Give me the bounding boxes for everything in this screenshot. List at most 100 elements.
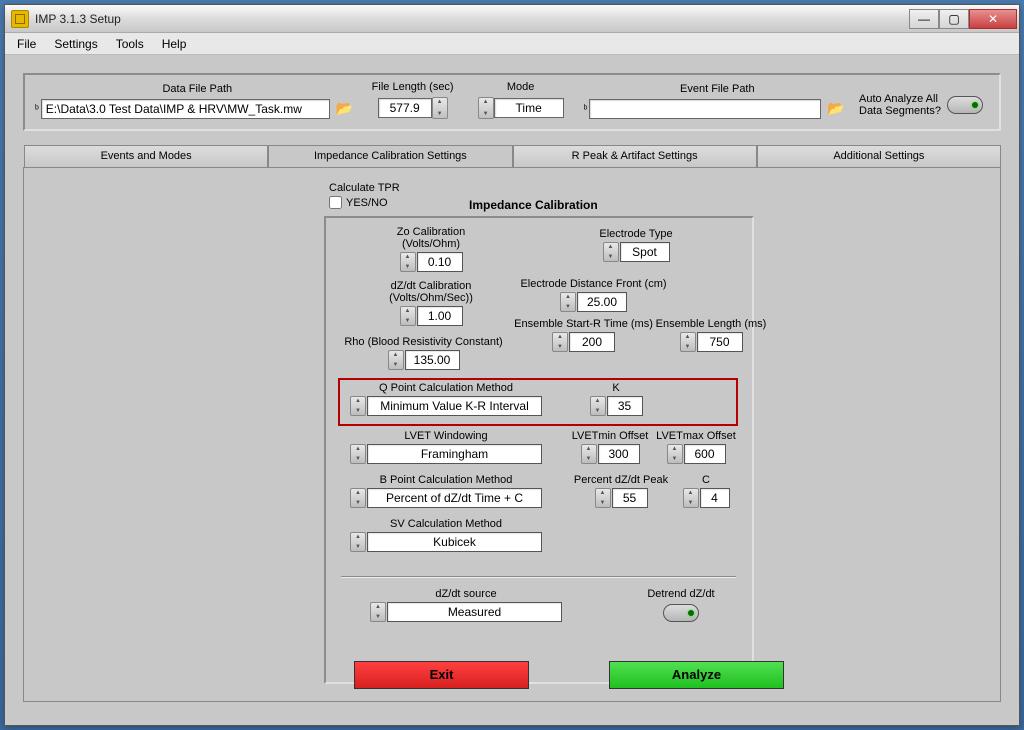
electrode-dist-label: Electrode Distance Front (cm) <box>511 278 676 290</box>
window-controls: — ▢ ✕ <box>909 9 1017 29</box>
electrode-dist-input[interactable] <box>577 292 627 312</box>
path-prefix-icon: ᵇ <box>35 104 39 115</box>
dzdt-src-spinner[interactable]: ▲▼ <box>370 602 386 622</box>
bpoint-label: B Point Calculation Method <box>346 474 546 486</box>
mode-spinner[interactable]: ▲▼ <box>478 97 494 119</box>
data-file-col: Data File Path ᵇ 📂 <box>35 83 360 119</box>
k-input[interactable] <box>607 396 643 416</box>
percent-input[interactable] <box>612 488 648 508</box>
ens-len-label: Ensemble Length (ms) <box>651 318 771 330</box>
detrend-label: Detrend dZ/dt <box>626 588 736 600</box>
zo-label2: (Volts/Ohm) <box>376 238 486 250</box>
lvetmin-spinner[interactable]: ▲▼ <box>581 444 597 464</box>
dzdt-src-label: dZ/dt source <box>366 588 566 600</box>
inner-panel: Zo Calibration (Volts/Ohm) ▲▼ dZ/dt Cali… <box>324 216 754 684</box>
divider <box>341 576 736 578</box>
c-label: C <box>681 474 731 486</box>
k-label: K <box>586 382 646 394</box>
electrode-dist-spinner[interactable]: ▲▼ <box>560 292 576 312</box>
auto-analyze-label2: Data Segments? <box>859 105 941 117</box>
file-length-label: File Length (sec) <box>372 81 454 93</box>
percent-spinner[interactable]: ▲▼ <box>595 488 611 508</box>
electrode-type-input[interactable] <box>620 242 670 262</box>
bpoint-spinner[interactable]: ▲▼ <box>350 488 366 508</box>
file-length-spinner[interactable]: ▲▼ <box>432 97 448 119</box>
lvetmax-label: LVETmax Offset <box>652 430 740 442</box>
mode-label: Mode <box>507 81 535 93</box>
electrode-type-label: Electrode Type <box>581 228 691 240</box>
electrode-type-spinner[interactable]: ▲▼ <box>603 242 619 262</box>
data-file-input[interactable] <box>41 99 330 119</box>
dzdt-src-input[interactable] <box>387 602 562 622</box>
file-length-input[interactable] <box>378 98 432 118</box>
sv-label: SV Calculation Method <box>346 518 546 530</box>
lvetmin-input[interactable] <box>598 444 640 464</box>
data-file-label: Data File Path <box>162 83 232 95</box>
tab-impedance-calibration[interactable]: Impedance Calibration Settings <box>268 145 512 167</box>
qpoint-input[interactable] <box>367 396 542 416</box>
bottom-buttons: Exit Analyze <box>354 661 784 689</box>
lvet-win-input[interactable] <box>367 444 542 464</box>
c-spinner[interactable]: ▲▼ <box>683 488 699 508</box>
app-icon <box>11 10 29 28</box>
qpoint-spinner[interactable]: ▲▼ <box>350 396 366 416</box>
bpoint-input[interactable] <box>367 488 542 508</box>
auto-analyze-col: Auto Analyze All Data Segments? <box>859 93 989 117</box>
tab-events-modes[interactable]: Events and Modes <box>24 145 268 167</box>
dzdt-cal-spinner[interactable]: ▲▼ <box>400 306 416 326</box>
tab-panel: Calculate TPR YES/NO Impedance Calibrati… <box>23 167 1001 702</box>
mode-col: Mode ▲▼ <box>466 81 576 119</box>
exit-button[interactable]: Exit <box>354 661 529 689</box>
lvetmax-input[interactable] <box>684 444 726 464</box>
menu-file[interactable]: File <box>9 35 44 53</box>
file-length-col: File Length (sec) ▲▼ <box>368 81 458 119</box>
sv-spinner[interactable]: ▲▼ <box>350 532 366 552</box>
menubar: File Settings Tools Help <box>5 33 1019 55</box>
menu-help[interactable]: Help <box>154 35 195 53</box>
lvet-win-label: LVET Windowing <box>346 430 546 442</box>
tab-additional-settings[interactable]: Additional Settings <box>757 145 1001 167</box>
ens-len-input[interactable] <box>697 332 743 352</box>
browse-event-file-icon[interactable]: 📂 <box>825 99 847 117</box>
tab-strip: Events and Modes Impedance Calibration S… <box>24 145 1001 167</box>
zo-label1: Zo Calibration <box>376 226 486 238</box>
lvetmax-spinner[interactable]: ▲▼ <box>667 444 683 464</box>
event-file-label: Event File Path <box>680 83 755 95</box>
top-panel: Data File Path ᵇ 📂 File Length (sec) ▲▼ … <box>23 73 1001 131</box>
event-file-input[interactable] <box>589 99 821 119</box>
yesno-label: YES/NO <box>346 197 388 209</box>
mode-input[interactable] <box>494 98 564 118</box>
zo-spinner[interactable]: ▲▼ <box>400 252 416 272</box>
tab-rpeak-artifact[interactable]: R Peak & Artifact Settings <box>513 145 757 167</box>
path-prefix-icon2: ᵇ <box>584 104 588 115</box>
c-input[interactable] <box>700 488 730 508</box>
menu-tools[interactable]: Tools <box>108 35 152 53</box>
lvet-win-spinner[interactable]: ▲▼ <box>350 444 366 464</box>
ens-start-input[interactable] <box>569 332 615 352</box>
k-spinner[interactable]: ▲▼ <box>590 396 606 416</box>
dzdt-cal-input[interactable] <box>417 306 463 326</box>
detrend-toggle[interactable] <box>663 604 699 622</box>
ens-start-spinner[interactable]: ▲▼ <box>552 332 568 352</box>
maximize-button[interactable]: ▢ <box>939 9 969 29</box>
qpoint-label: Q Point Calculation Method <box>346 382 546 394</box>
calc-tpr-checkbox[interactable]: YES/NO <box>329 196 400 209</box>
analyze-button[interactable]: Analyze <box>609 661 784 689</box>
minimize-button[interactable]: — <box>909 9 939 29</box>
ens-len-spinner[interactable]: ▲▼ <box>680 332 696 352</box>
menu-settings[interactable]: Settings <box>46 35 105 53</box>
rho-input[interactable] <box>405 350 460 370</box>
dzdt-cal-label2: (Volts/Ohm/Sec)) <box>376 292 486 304</box>
browse-data-file-icon[interactable]: 📂 <box>334 99 356 117</box>
auto-analyze-label1: Auto Analyze All <box>859 93 941 105</box>
calc-tpr-block: Calculate TPR YES/NO <box>329 182 400 209</box>
ens-start-label: Ensemble Start-R Time (ms) <box>506 318 661 330</box>
auto-analyze-toggle[interactable] <box>947 96 983 114</box>
app-window: IMP 3.1.3 Setup — ▢ ✕ File Settings Tool… <box>4 4 1020 726</box>
zo-input[interactable] <box>417 252 463 272</box>
content-area: Data File Path ᵇ 📂 File Length (sec) ▲▼ … <box>5 55 1019 725</box>
calc-tpr-label: Calculate TPR <box>329 182 400 194</box>
close-button[interactable]: ✕ <box>969 9 1017 29</box>
rho-spinner[interactable]: ▲▼ <box>388 350 404 370</box>
sv-input[interactable] <box>367 532 542 552</box>
